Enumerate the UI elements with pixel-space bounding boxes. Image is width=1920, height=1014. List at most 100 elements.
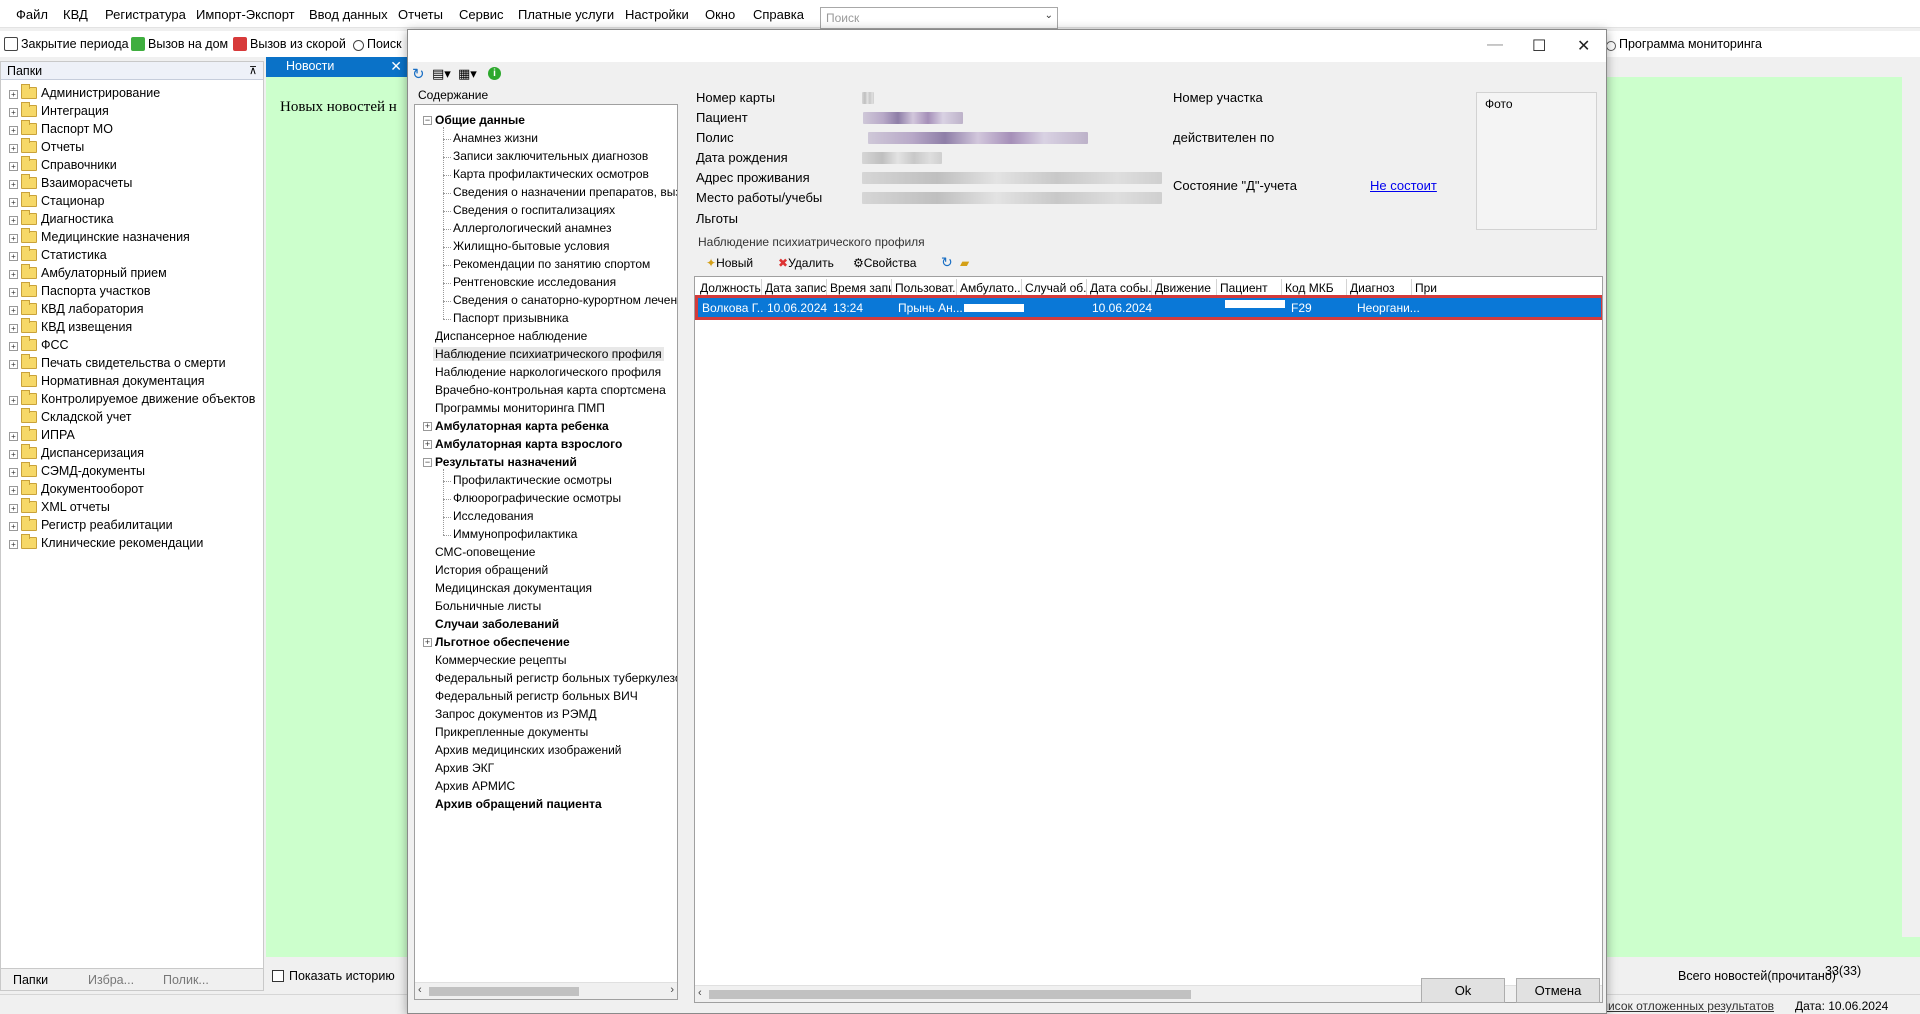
tree-item[interactable]: Наблюдение наркологического профиля xyxy=(435,365,661,379)
expand-icon[interactable]: + xyxy=(9,396,18,405)
menu-service[interactable]: Сервис xyxy=(459,7,504,22)
tree-item[interactable]: Иммунопрофилактика xyxy=(453,527,577,541)
column-header[interactable]: Код МКБ xyxy=(1285,281,1346,297)
deferred-results-link[interactable]: Список отложенных результатов xyxy=(1604,999,1774,1013)
tree-item[interactable]: Архив ЭКГ xyxy=(435,761,494,775)
home-call-button[interactable]: Вызов на дом xyxy=(131,37,228,51)
tree-item[interactable]: Запрос документов из РЭМД xyxy=(435,707,597,721)
close-icon[interactable]: ✕ xyxy=(390,58,402,75)
info-icon[interactable]: i xyxy=(488,67,501,80)
column-header[interactable]: При xyxy=(1415,281,1476,297)
scroll-thumb[interactable] xyxy=(429,987,579,996)
tree-item[interactable]: Федеральный регистр больных туберкулезом xyxy=(435,671,677,685)
column-header[interactable]: Случай об... xyxy=(1025,281,1086,297)
expand-icon[interactable]: + xyxy=(9,486,18,495)
tree-item[interactable]: Общие данные xyxy=(435,113,525,127)
sidebar-item[interactable]: + Медицинские назначения xyxy=(9,228,190,248)
tree-item[interactable]: Жилищно-бытовые условия xyxy=(453,239,609,253)
tree-item[interactable]: Паспорт призывника xyxy=(453,311,569,325)
collapse-icon[interactable]: − xyxy=(423,458,432,467)
tree-horizontal-scrollbar[interactable]: ‹ › xyxy=(415,982,677,999)
tab-news[interactable]: Новости ✕ xyxy=(266,57,408,77)
tree-item[interactable]: Больничные листы xyxy=(435,599,541,613)
tree-item[interactable]: Сведения о санаторно-курортном лечении xyxy=(453,293,677,307)
expand-icon[interactable]: + xyxy=(9,432,18,441)
folder-icon[interactable]: ▰ xyxy=(960,256,969,270)
tree-item[interactable]: Архив обращений пациента xyxy=(435,797,602,811)
expand-icon[interactable]: + xyxy=(9,270,18,279)
collapse-icon[interactable]: − xyxy=(423,116,432,125)
close-period-button[interactable]: Закрытие периода xyxy=(4,37,129,51)
sidebar-item[interactable]: + ИПРА xyxy=(9,426,75,446)
tree-item[interactable]: Программы мониторинга ПМП xyxy=(435,401,605,415)
tree-item[interactable]: Рекомендации по занятию спортом xyxy=(453,257,650,271)
tree-item[interactable]: Флюорографические осмотры xyxy=(453,491,621,505)
settings-icon[interactable]: ▦▾ xyxy=(458,66,477,82)
tree-item[interactable]: Случаи заболеваний xyxy=(435,617,559,631)
sidebar-item[interactable]: + Регистр реабилитации xyxy=(9,516,173,536)
column-separator[interactable] xyxy=(956,279,957,297)
expand-icon[interactable]: + xyxy=(9,90,18,99)
tree-item[interactable]: Коммерческие рецепты xyxy=(435,653,567,667)
tree-item[interactable]: Результаты назначений xyxy=(435,455,577,469)
menu-help[interactable]: Справка xyxy=(753,7,804,22)
print-icon[interactable]: ▤▾ xyxy=(432,66,451,82)
column-separator[interactable] xyxy=(1151,279,1152,297)
tree-item[interactable]: Архив АРМИС xyxy=(435,779,515,793)
tree-item[interactable]: Амбулаторная карта ребенка xyxy=(435,419,609,433)
sidebar-item[interactable]: + Контролируемое движение объектов xyxy=(9,390,255,410)
column-header[interactable]: Дата собы... xyxy=(1090,281,1151,297)
expand-icon[interactable]: + xyxy=(9,162,18,171)
expand-icon[interactable]: + xyxy=(9,216,18,225)
show-history-checkbox[interactable]: Показать историю xyxy=(272,969,395,983)
expand-icon[interactable]: + xyxy=(9,522,18,531)
expand-icon[interactable]: + xyxy=(9,252,18,261)
menu-window[interactable]: Окно xyxy=(705,7,735,22)
menu-reports[interactable]: Отчеты xyxy=(398,7,443,22)
search-input[interactable]: Поиск ⌄ xyxy=(820,7,1058,29)
tree-item[interactable]: Медицинская документация xyxy=(435,581,592,595)
expand-icon[interactable]: + xyxy=(9,126,18,135)
tree-item[interactable]: Прикрепленные документы xyxy=(435,725,588,739)
right-scrollbar[interactable] xyxy=(1902,57,1920,937)
tree-item[interactable]: Сведения о госпитализациях xyxy=(453,203,615,217)
close-icon[interactable]: ✕ xyxy=(1577,36,1590,56)
expand-icon[interactable]: + xyxy=(9,288,18,297)
chevron-down-icon[interactable]: ⌄ xyxy=(1045,10,1053,21)
scroll-left-icon[interactable]: ‹ xyxy=(698,987,702,999)
expand-icon[interactable]: + xyxy=(423,638,432,647)
tree-item[interactable]: Архив медицинских изображений xyxy=(435,743,622,757)
column-header[interactable]: Время запи... xyxy=(830,281,891,297)
expand-icon[interactable]: + xyxy=(9,198,18,207)
expand-icon[interactable]: + xyxy=(9,144,18,153)
tab-folders[interactable]: Папки xyxy=(13,973,48,987)
tree-item[interactable]: Профилактические осмотры xyxy=(453,473,612,487)
new-button[interactable]: ✦Новый xyxy=(706,256,753,270)
sidebar-item[interactable]: +Нормативная документация xyxy=(9,372,205,392)
menu-data-entry[interactable]: Ввод данных xyxy=(309,7,388,22)
column-separator[interactable] xyxy=(761,279,762,297)
d-status-link[interactable]: Не состоит xyxy=(1370,178,1437,193)
grid-refresh-icon[interactable]: ↻ xyxy=(941,254,953,271)
expand-icon[interactable]: + xyxy=(9,306,18,315)
tree-item[interactable]: Записи заключительных диагнозов xyxy=(453,149,648,163)
delete-button[interactable]: ✖Удалить xyxy=(778,256,834,270)
menu-paid-services[interactable]: Платные услуги xyxy=(518,7,614,22)
properties-button[interactable]: ⚙Свойства xyxy=(853,256,916,270)
scroll-left-icon[interactable]: ‹ xyxy=(418,984,422,996)
tree-item[interactable]: Карта профилактических осмотров xyxy=(453,167,649,181)
column-header[interactable]: Амбулато... xyxy=(960,281,1021,297)
cancel-button[interactable]: Отмена xyxy=(1516,978,1600,1003)
sidebar-item[interactable]: + ФСС xyxy=(9,336,69,356)
ambulance-call-button[interactable]: Вызов из скорой xyxy=(233,37,346,51)
expand-icon[interactable]: + xyxy=(9,180,18,189)
menu-registry[interactable]: Регистратура xyxy=(105,7,186,22)
tree-item[interactable]: Анамнез жизни xyxy=(453,131,538,145)
tree-item[interactable]: Рентгеновские исследования xyxy=(453,275,616,289)
expand-icon[interactable]: + xyxy=(9,234,18,243)
column-header[interactable]: Пациент xyxy=(1220,281,1281,297)
menu-kvd[interactable]: КВД xyxy=(63,7,88,22)
tree-item[interactable]: Исследования xyxy=(453,509,533,523)
column-separator[interactable] xyxy=(1411,279,1412,297)
expand-icon[interactable]: + xyxy=(423,440,432,449)
